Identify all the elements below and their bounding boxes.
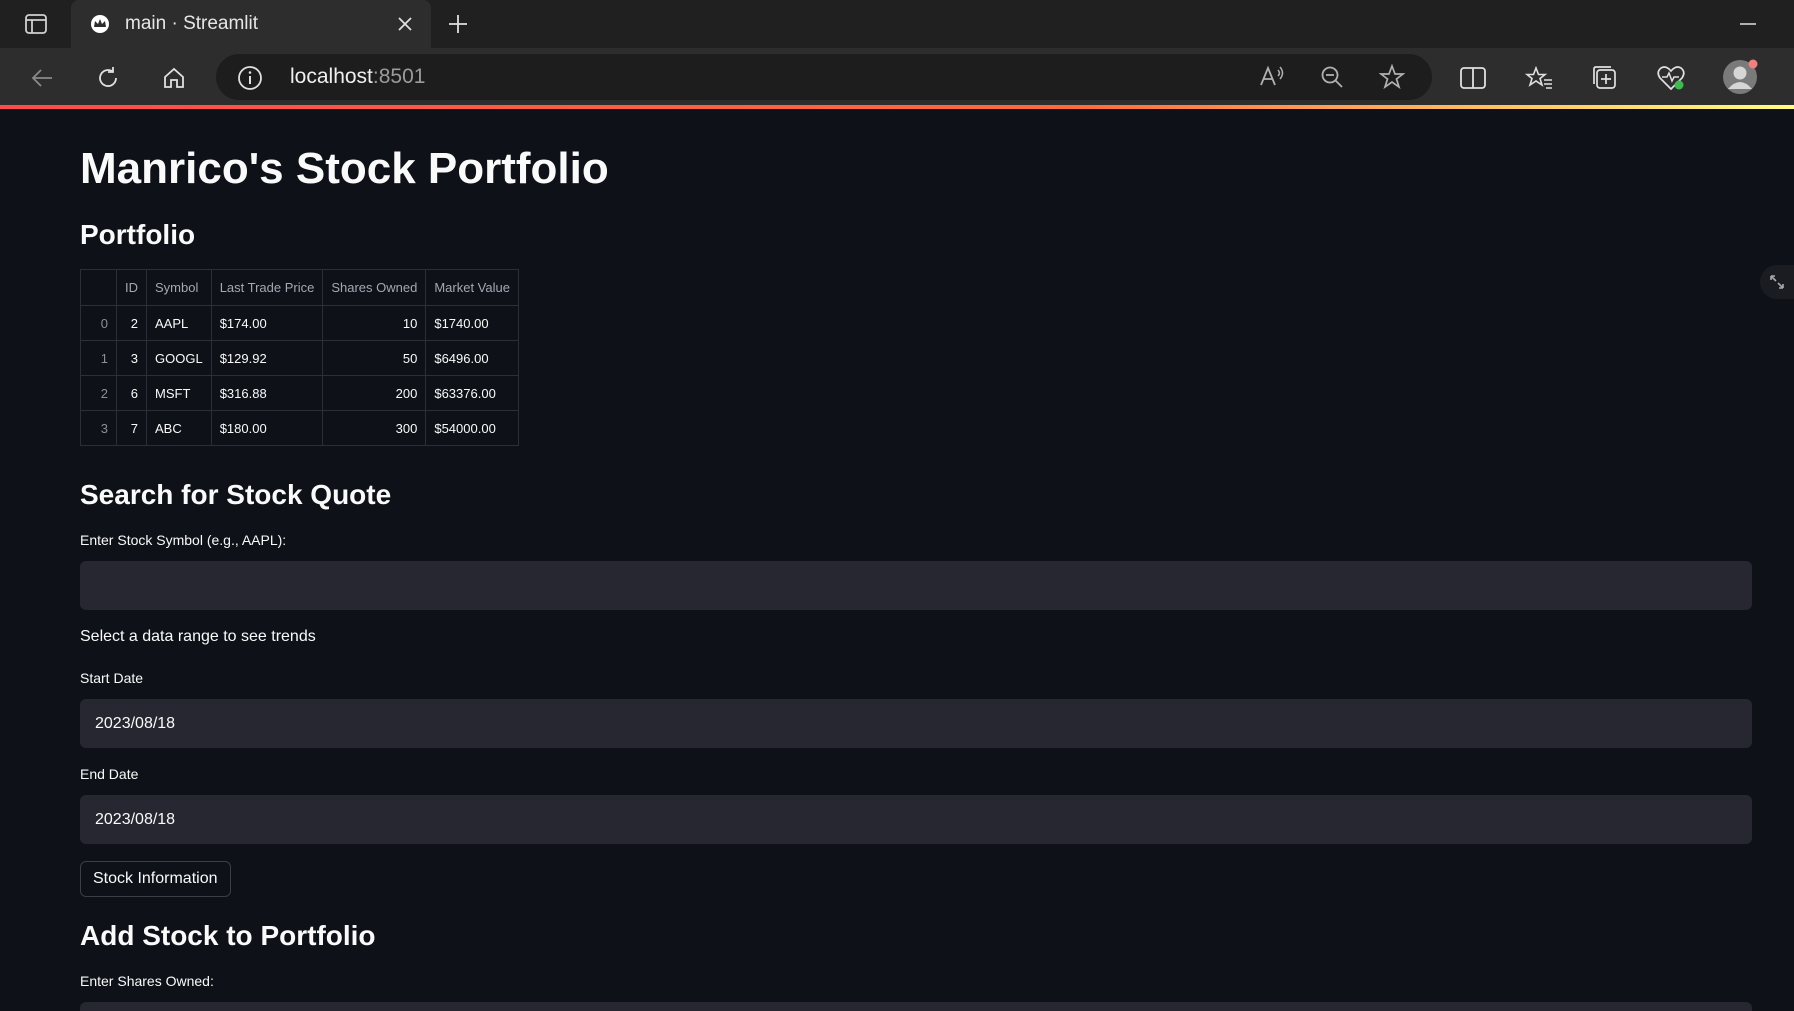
column-header-id[interactable]: ID: [116, 269, 147, 306]
table-row: 0 2 AAPL $174.00 10 $1740.00: [80, 305, 520, 341]
close-icon[interactable]: [393, 12, 417, 36]
symbol-input[interactable]: [80, 561, 1752, 610]
collections-icon[interactable]: [1589, 62, 1621, 94]
page-title: Manrico's Stock Portfolio: [80, 144, 609, 193]
row-index[interactable]: 0: [80, 305, 117, 341]
cell-price[interactable]: $180.00: [210, 410, 324, 446]
favorite-star-icon[interactable]: [1378, 63, 1406, 91]
portfolio-heading: Portfolio: [80, 219, 196, 250]
start-date-input[interactable]: 2023/08/18: [80, 699, 1752, 748]
table-row: 2 6 MSFT $316.88 200 $63376.00: [80, 375, 520, 411]
shares-input[interactable]: [80, 1002, 1752, 1011]
cell-price[interactable]: $129.92: [210, 340, 324, 376]
stock-information-button[interactable]: Stock Information: [80, 861, 231, 897]
cell-symbol[interactable]: AAPL: [146, 305, 212, 341]
cell-price[interactable]: $316.88: [210, 375, 324, 411]
cell-symbol[interactable]: GOOGL: [146, 340, 212, 376]
column-header-symbol[interactable]: Symbol: [146, 269, 212, 306]
browser-toolbar: localhost:8501: [0, 48, 1794, 106]
refresh-icon[interactable]: [90, 60, 126, 96]
fullscreen-icon[interactable]: [1760, 265, 1794, 299]
read-aloud-icon[interactable]: [1258, 63, 1286, 91]
tab-title: main · Streamlit: [125, 13, 259, 34]
column-header-shares-owned[interactable]: Shares Owned: [322, 269, 427, 306]
row-index[interactable]: 1: [80, 340, 117, 376]
column-header-market-value[interactable]: Market Value: [425, 269, 520, 306]
zoom-out-icon[interactable]: [1318, 63, 1346, 91]
address-bar[interactable]: localhost:8501: [216, 54, 1432, 100]
cell-id[interactable]: 3: [116, 340, 147, 376]
add-stock-heading: Add Stock to Portfolio: [80, 920, 376, 951]
cell-price[interactable]: $174.00: [210, 305, 324, 341]
new-tab-icon[interactable]: [444, 10, 472, 38]
cell-symbol[interactable]: ABC: [146, 410, 212, 446]
end-date-label: End Date: [80, 766, 139, 782]
row-index[interactable]: 2: [80, 375, 117, 411]
column-header-index[interactable]: [80, 269, 117, 306]
tab-actions-icon[interactable]: [18, 12, 54, 36]
streamlit-crown-icon: [89, 13, 111, 35]
browser-essentials-icon[interactable]: [1655, 62, 1687, 94]
portfolio-table[interactable]: ID Symbol Last Trade Price Shares Owned …: [80, 269, 520, 446]
cell-value[interactable]: $63376.00: [425, 375, 520, 411]
shares-input-label: Enter Shares Owned:: [80, 973, 214, 989]
cell-id[interactable]: 6: [116, 375, 147, 411]
browser-tab-bar: main · Streamlit: [0, 0, 1794, 48]
app-page: Manrico's Stock Portfolio Portfolio ID S…: [0, 109, 1794, 1011]
cell-symbol[interactable]: MSFT: [146, 375, 212, 411]
back-icon[interactable]: [24, 60, 60, 96]
search-heading: Search for Stock Quote: [80, 479, 392, 510]
cell-value[interactable]: $54000.00: [425, 410, 520, 446]
table-row: 1 3 GOOGL $129.92 50 $6496.00: [80, 340, 520, 376]
cell-id[interactable]: 7: [116, 410, 147, 446]
cell-shares[interactable]: 200: [322, 375, 427, 411]
column-header-last-trade-price[interactable]: Last Trade Price: [210, 269, 324, 306]
favorites-icon[interactable]: [1523, 62, 1555, 94]
cell-value[interactable]: $1740.00: [425, 305, 520, 341]
profile-avatar[interactable]: [1722, 59, 1758, 95]
minimize-icon[interactable]: [1734, 10, 1762, 38]
start-date-label: Start Date: [80, 670, 144, 686]
cell-shares[interactable]: 10: [322, 305, 427, 341]
url-text[interactable]: localhost:8501: [290, 65, 425, 89]
range-instruction-text: Select a data range to see trends: [80, 628, 316, 645]
table-row: 3 7 ABC $180.00 300 $54000.00: [80, 410, 520, 446]
split-screen-icon[interactable]: [1457, 62, 1489, 94]
cell-id[interactable]: 2: [116, 305, 147, 341]
end-date-input[interactable]: 2023/08/18: [80, 795, 1752, 844]
symbol-input-label: Enter Stock Symbol (e.g., AAPL):: [80, 532, 287, 548]
cell-value[interactable]: $6496.00: [425, 340, 520, 376]
browser-tab[interactable]: main · Streamlit: [71, 0, 431, 48]
table-header-row: ID Symbol Last Trade Price Shares Owned …: [80, 269, 520, 306]
row-index[interactable]: 3: [80, 410, 117, 446]
home-icon[interactable]: [156, 60, 192, 96]
cell-shares[interactable]: 50: [322, 340, 427, 376]
info-icon[interactable]: [236, 64, 264, 92]
cell-shares[interactable]: 300: [322, 410, 427, 446]
